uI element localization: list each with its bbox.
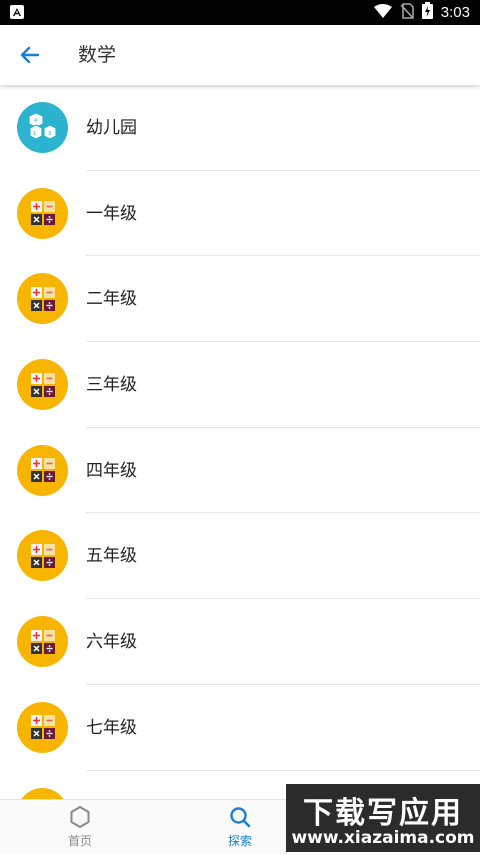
calculator-icon	[17, 702, 68, 753]
svg-text:4: 4	[34, 118, 37, 124]
battery-charging-icon	[422, 2, 433, 23]
list-item[interactable]: 三年级	[0, 342, 480, 428]
page-title: 数学	[78, 41, 116, 69]
back-button[interactable]	[16, 41, 44, 69]
blocks-icon: 4 1 3	[17, 102, 68, 153]
list-item[interactable]: 4 1 3 幼儿园	[0, 85, 480, 171]
nav-label-home: 首页	[0, 832, 160, 849]
search-icon	[228, 805, 252, 833]
arrow-left-icon	[16, 54, 44, 73]
status-bar: 3:03	[0, 0, 480, 25]
hexagon-icon	[69, 805, 91, 833]
svg-text:3: 3	[48, 131, 51, 137]
list-item-label: 一年级	[86, 171, 137, 257]
status-time: 3:03	[441, 4, 470, 21]
svg-text:1: 1	[33, 131, 36, 137]
calculator-icon	[17, 530, 68, 581]
list-item-label: 六年级	[86, 599, 137, 685]
list-item-label: 二年级	[86, 256, 137, 342]
app-bar: 数学	[0, 25, 480, 85]
list-item[interactable]: 六年级	[0, 599, 480, 685]
list-item-label: 五年级	[86, 513, 137, 599]
watermark: 下载写应用 www.xiazaima.com	[286, 784, 480, 852]
nav-item-home[interactable]: 首页	[0, 800, 160, 853]
app-notification-icon	[10, 5, 24, 19]
list-item[interactable]: 五年级	[0, 513, 480, 599]
list-item[interactable]: 七年级	[0, 685, 480, 771]
list-item[interactable]: 一年级	[0, 171, 480, 257]
grade-list: 4 1 3 幼儿园 一年级 二年级 三年级 四年级	[0, 85, 480, 856]
list-item[interactable]: 四年级	[0, 428, 480, 514]
watermark-title: 下载写应用	[286, 788, 480, 832]
list-item-label: 三年级	[86, 342, 137, 428]
calculator-icon	[17, 616, 68, 667]
watermark-url: www.xiazaima.com	[286, 828, 480, 848]
no-sim-icon	[400, 3, 414, 23]
list-item-label: 七年级	[86, 685, 137, 771]
calculator-icon	[17, 445, 68, 496]
calculator-icon	[17, 273, 68, 324]
list-item-label: 幼儿园	[86, 85, 137, 171]
list-item-label: 四年级	[86, 428, 137, 514]
list-item[interactable]: 二年级	[0, 256, 480, 342]
wifi-icon	[374, 3, 392, 22]
calculator-icon	[17, 188, 68, 239]
calculator-icon	[17, 359, 68, 410]
